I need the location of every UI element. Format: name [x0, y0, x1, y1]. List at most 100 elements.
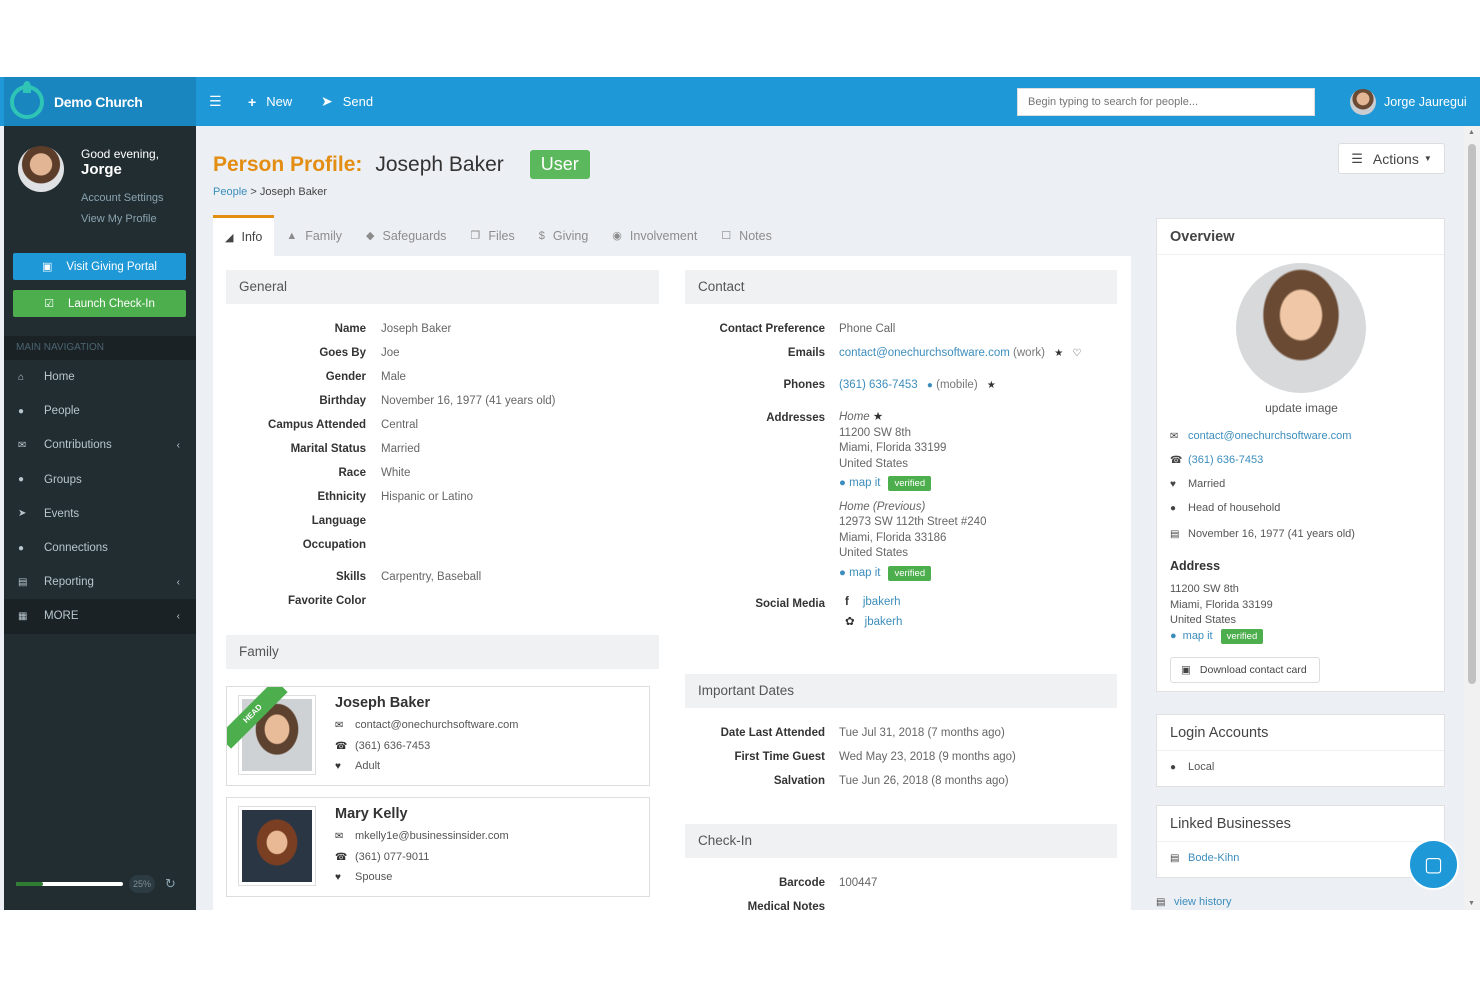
- nav-item-people[interactable]: ● People: [4, 394, 196, 428]
- family-member-photo: [238, 806, 316, 886]
- field-label: Barcode: [778, 877, 825, 889]
- list-icon: ☰: [1351, 150, 1363, 166]
- breadcrumb-people-link[interactable]: People: [213, 186, 247, 198]
- check-square-icon: ☑: [44, 298, 54, 310]
- page-scrollbar[interactable]: ▲ ▼: [1464, 126, 1480, 910]
- actions-label: Actions: [1372, 150, 1419, 167]
- tab-giving[interactable]: $ Giving: [527, 215, 601, 256]
- overview-phone: ☎ (361) 636-7453: [1170, 454, 1263, 466]
- shield-icon: ◆: [366, 230, 375, 242]
- facebook-icon: f: [845, 596, 849, 608]
- field-label: Social Media: [755, 598, 825, 610]
- overview-address-title: Address: [1170, 559, 1221, 573]
- visit-giving-portal-button[interactable]: ▣ Visit Giving Portal: [13, 253, 186, 280]
- field-value: Wed May 23, 2018 (9 months ago): [839, 751, 1016, 763]
- tab-involvement[interactable]: ◉ Involvement: [600, 215, 709, 256]
- main-nav: ⌂ Home ● People ✉ Contributions ‹ ● Grou…: [4, 360, 196, 634]
- login-account-item[interactable]: ● Local: [1170, 761, 1214, 773]
- address-line: 12973 SW 112th Street #240: [839, 516, 987, 528]
- field-label: Language: [311, 515, 366, 527]
- plus-icon: +: [248, 93, 257, 110]
- map-it-link[interactable]: map it: [849, 477, 880, 489]
- tab-info[interactable]: ◢ Info: [213, 215, 275, 256]
- tab-safeguards[interactable]: ◆ Safeguards: [354, 215, 458, 256]
- nav-item-home[interactable]: ⌂ Home: [4, 360, 196, 394]
- overview-email-link[interactable]: contact@onechurchsoftware.com: [1188, 430, 1351, 442]
- sms-icon[interactable]: ●: [927, 380, 933, 391]
- nav-item-reporting[interactable]: ▤ Reporting ‹: [4, 565, 196, 599]
- phone-link[interactable]: (361) 636-7453: [839, 379, 918, 391]
- send-button[interactable]: ➤ Send: [321, 77, 373, 126]
- book-icon: ▤: [1156, 897, 1166, 908]
- sidebar-toggle-button[interactable]: ☰: [209, 77, 232, 126]
- grid-icon: ▦: [18, 610, 28, 622]
- tab-label: Involvement: [629, 228, 698, 243]
- field-value: 100447: [839, 877, 878, 889]
- linked-business-link[interactable]: Bode-Kihn: [1188, 852, 1239, 864]
- chat-launcher-button[interactable]: ▢: [1408, 839, 1459, 890]
- family-member-name[interactable]: Mary Kelly: [335, 806, 408, 822]
- family-member-name[interactable]: Joseph Baker: [335, 695, 430, 711]
- nav-item-more[interactable]: ▦ MORE ‹: [4, 599, 196, 634]
- overview-birthday: ▤ November 16, 1977 (41 years old): [1170, 528, 1355, 540]
- view-profile-link[interactable]: View My Profile: [81, 213, 157, 225]
- brand[interactable]: Demo Church: [4, 77, 196, 126]
- tab-notes[interactable]: ☐ Notes: [709, 215, 784, 256]
- tab-family[interactable]: ▲ Family: [274, 215, 354, 256]
- scrollbar-thumb[interactable]: [1468, 144, 1476, 684]
- facebook-link[interactable]: jbakerh: [863, 596, 901, 608]
- refresh-icon[interactable]: ↻: [165, 876, 176, 892]
- download-contact-card-button[interactable]: ▣ Download contact card: [1170, 657, 1320, 683]
- nav-item-groups[interactable]: ● Groups: [4, 463, 196, 497]
- scroll-down-icon[interactable]: ▼: [1468, 900, 1475, 907]
- twitter-icon: ✿: [845, 616, 855, 628]
- overview-phone-link[interactable]: (361) 636-7453: [1188, 454, 1263, 466]
- chat-bubble-icon: ▢: [1424, 854, 1443, 876]
- role-text: Spouse: [355, 871, 393, 883]
- overview-address: 11200 SW 8th Miami, Florida 33199 United…: [1170, 582, 1273, 629]
- brand-name: Demo Church: [54, 93, 143, 110]
- important-dates-section-header: Important Dates: [685, 674, 1117, 708]
- user-menu[interactable]: Jorge Jauregui: [1350, 77, 1467, 126]
- family-section-header: Family: [226, 635, 659, 669]
- nav-item-events[interactable]: ➤ Events: [4, 497, 196, 531]
- user-icon: ●: [18, 405, 25, 417]
- update-image-link[interactable]: update image: [1157, 401, 1446, 415]
- launch-checkin-button[interactable]: ☑ Launch Check-In: [13, 290, 186, 317]
- marital-text: Married: [1188, 478, 1226, 490]
- linked-business-item[interactable]: ▤ Bode-Kihn: [1170, 852, 1239, 864]
- twitter-link[interactable]: jbakerh: [865, 616, 903, 628]
- address-line: United States: [839, 547, 909, 559]
- field-value: Male: [381, 371, 406, 383]
- overview-household: ● Head of household: [1170, 502, 1280, 514]
- scroll-up-icon[interactable]: ▲: [1468, 129, 1475, 136]
- account-settings-link[interactable]: Account Settings: [81, 192, 164, 204]
- field-label: Medical Notes: [747, 901, 825, 910]
- date-last-attended-link[interactable]: Tue Jul 31, 2018 (7 months ago): [839, 721, 1005, 745]
- address-line: United States: [1170, 614, 1237, 626]
- nav-item-label: Events: [44, 507, 80, 520]
- users-icon: ●: [1170, 503, 1177, 514]
- info-tab-pane: General Name Joseph Baker Goes By Joe Ge…: [213, 256, 1131, 910]
- tab-files[interactable]: ❐ Files: [458, 215, 526, 256]
- field-label: Ethnicity: [317, 491, 366, 503]
- field-label: Contact Preference: [719, 323, 825, 335]
- envelope-icon: ✉: [335, 831, 344, 842]
- people-search-input[interactable]: [1017, 88, 1315, 116]
- nav-item-connections[interactable]: ● Connections: [4, 531, 196, 565]
- view-history-link[interactable]: view history: [1174, 896, 1231, 908]
- nav-item-contributions[interactable]: ✉ Contributions ‹: [4, 428, 196, 462]
- map-it-link[interactable]: map it: [849, 567, 880, 579]
- user-name: Jorge Jauregui: [1384, 94, 1467, 109]
- email-link[interactable]: contact@onechurchsoftware.com: [839, 347, 1010, 359]
- field-label: Name: [334, 323, 366, 335]
- field-label: Goes By: [319, 347, 366, 359]
- actions-dropdown-button[interactable]: ☰ Actions ▼: [1338, 143, 1445, 174]
- checkin-fields: Barcode 100447 Medical Notes: [685, 871, 1117, 910]
- address-line: Miami, Florida 33199: [1170, 598, 1273, 611]
- family-member-card[interactable]: Mary Kelly ✉ mkelly1e@businessinsider.com…: [226, 797, 650, 897]
- family-member-card[interactable]: HEAD Joseph Baker ✉ contact@onechurchsoft…: [226, 686, 650, 786]
- new-button[interactable]: + New: [248, 77, 292, 126]
- family-member-role: ♥ Adult: [335, 760, 380, 772]
- overview-map-it-link[interactable]: map it: [1183, 630, 1213, 642]
